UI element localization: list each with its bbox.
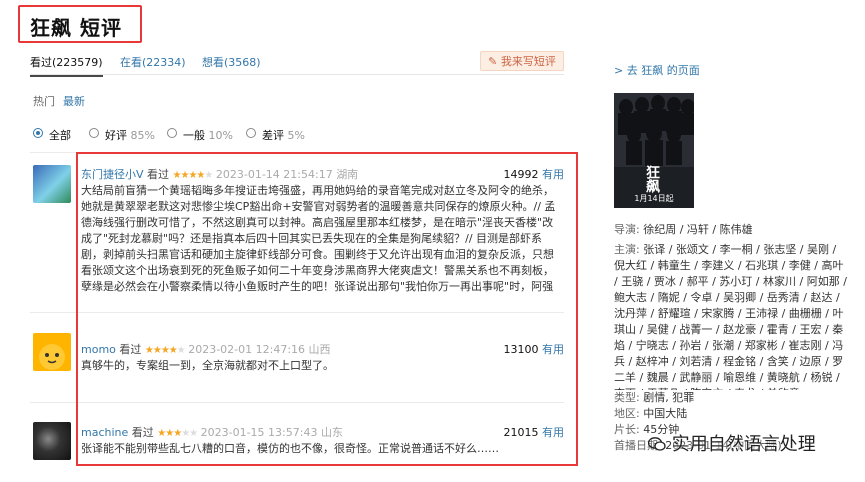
filter-good-pct: 85%	[130, 129, 155, 142]
filter-ok-pct: 10%	[208, 129, 233, 142]
region-row: 地区: 中国大陆	[614, 407, 688, 420]
poster-date: 1月14日起	[634, 194, 674, 203]
radio-bad[interactable]	[246, 128, 256, 138]
filter-bad-label: 差评 5%	[262, 129, 305, 142]
director-row: 导演: 徐纪周 / 冯轩 / 陈伟雄	[614, 223, 753, 236]
comments-highlight-box	[76, 152, 578, 466]
filter-good-label: 好评 85%	[105, 129, 155, 142]
write-review-label: 我来写短评	[500, 55, 556, 68]
radio-good[interactable]	[89, 128, 99, 138]
radio-all[interactable]	[33, 128, 43, 138]
filter-ok-label: 一般 10%	[183, 129, 233, 142]
rating-filter: 全部 好评 85% 一般 10% 差评 5%	[33, 127, 313, 142]
poster-image[interactable]: 狂飙 1月14日起	[614, 93, 694, 208]
radio-ok[interactable]	[167, 128, 177, 138]
tab-watching[interactable]: 在看(22334)	[120, 54, 186, 70]
cast-value[interactable]: 张译 / 张颂文 / 李一桐 / 张志坚 / 吴刚 / 倪大红 / 韩童生 / …	[614, 243, 847, 390]
tab-wish[interactable]: 想看(3568)	[202, 54, 261, 70]
poster-title: 狂飙	[644, 165, 660, 193]
avatar[interactable]	[33, 165, 71, 203]
sort-hot[interactable]: 热门	[33, 93, 55, 109]
write-review-button[interactable]: ✎ 我来写短评	[480, 51, 564, 71]
watermark-text: 实用自然语言处理	[671, 434, 816, 455]
wechat-icon	[647, 435, 666, 451]
avatar[interactable]	[33, 422, 71, 460]
sort-latest[interactable]: 最新	[63, 93, 85, 109]
subject-page-link[interactable]: > 去 狂飙 的页面	[614, 62, 700, 78]
genre-row: 类型: 剧情, 犯罪	[614, 391, 695, 404]
avatar[interactable]	[33, 333, 71, 371]
subject-info: 导演: 徐纪周 / 冯轩 / 陈伟雄 主演: 张译 / 张颂文 / 李一桐 / …	[614, 222, 850, 454]
tab-seen[interactable]: 看过(223579)	[30, 54, 103, 77]
director-value[interactable]: 徐纪周 / 冯轩 / 陈伟雄	[643, 223, 752, 236]
cast-row: 主演: 张译 / 张颂文 / 李一桐 / 张志坚 / 吴刚 / 倪大红 / 韩童…	[614, 242, 850, 390]
filter-bad-pct: 5%	[287, 129, 305, 142]
page-title: 狂飙 短评	[30, 16, 122, 40]
filter-all-label: 全部	[49, 129, 71, 142]
pencil-icon: ✎	[488, 55, 498, 68]
watermark: 实用自然语言处理	[647, 430, 816, 456]
